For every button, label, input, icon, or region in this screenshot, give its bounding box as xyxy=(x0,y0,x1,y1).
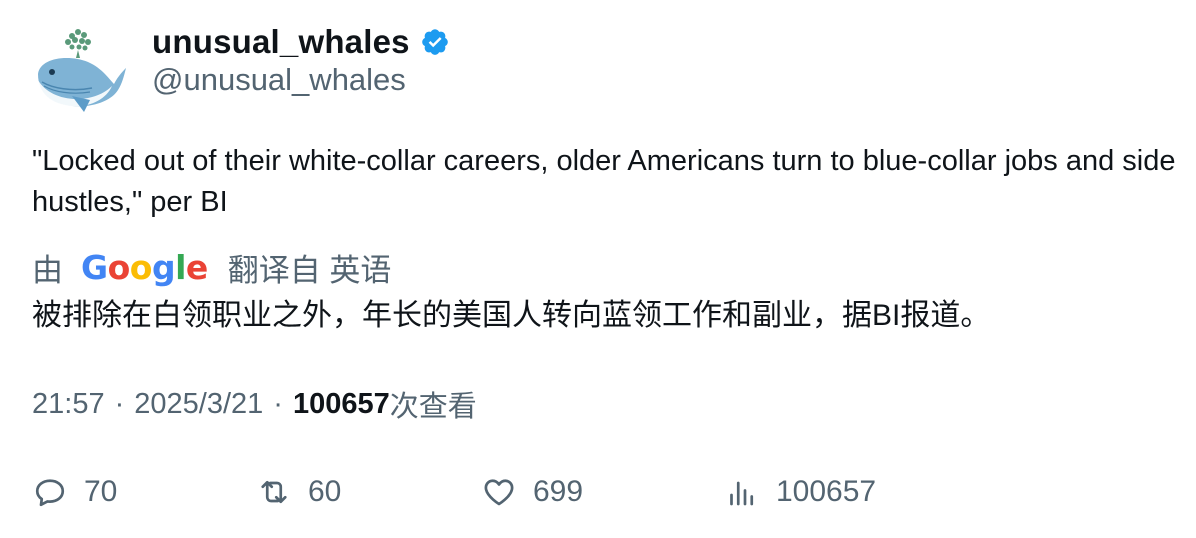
like-count: 699 xyxy=(533,475,584,508)
reply-button[interactable]: 70 xyxy=(32,470,117,514)
views-button[interactable]: 100657 xyxy=(724,470,876,514)
translated-from-label[interactable]: 翻译自 英语 xyxy=(228,245,392,290)
analytics-bar-icon xyxy=(730,481,754,506)
author-handle[interactable]: @unusual_whales xyxy=(152,62,406,98)
tweet-date[interactable]: 2025/3/21 xyxy=(134,388,263,421)
like-button[interactable]: 699 xyxy=(481,470,583,514)
meta-separator: · xyxy=(273,387,283,420)
retweet-button[interactable]: 60 xyxy=(256,470,341,514)
tweet-actions-bar: 70 60 699 100657 xyxy=(32,470,1172,514)
author-name-row: unusual_whales xyxy=(152,22,450,62)
views-label[interactable]: 次查看 xyxy=(390,383,477,425)
tweet-text: "Locked out of their white-collar career… xyxy=(32,145,1176,218)
translation-prefix: 由 xyxy=(32,252,63,288)
translated-text: 被排除在白领职业之外，年长的美国人转向蓝领工作和副业，据BI报道。 xyxy=(32,299,991,332)
views-count[interactable]: 100657 xyxy=(293,388,390,421)
translation-attribution: 由 Google 翻译自 英语 xyxy=(32,246,391,288)
retweet-count: 60 xyxy=(308,475,342,508)
tweet-time[interactable]: 21:57 xyxy=(32,388,105,421)
reply-icon xyxy=(35,479,65,507)
retweet-icon xyxy=(261,480,287,504)
heart-icon xyxy=(484,479,514,506)
google-logo[interactable]: Google xyxy=(81,248,208,287)
whale-avatar-icon xyxy=(38,29,126,112)
avatar[interactable] xyxy=(32,22,128,118)
reply-count: 70 xyxy=(84,475,118,508)
tweet-meta: 21:57 · 2025/3/21 · 100657 次查看 xyxy=(32,383,477,425)
views-action-count: 100657 xyxy=(776,475,877,508)
meta-separator: · xyxy=(114,387,125,420)
author-display-name[interactable]: unusual_whales xyxy=(152,23,410,61)
verified-badge-icon[interactable] xyxy=(420,27,450,57)
